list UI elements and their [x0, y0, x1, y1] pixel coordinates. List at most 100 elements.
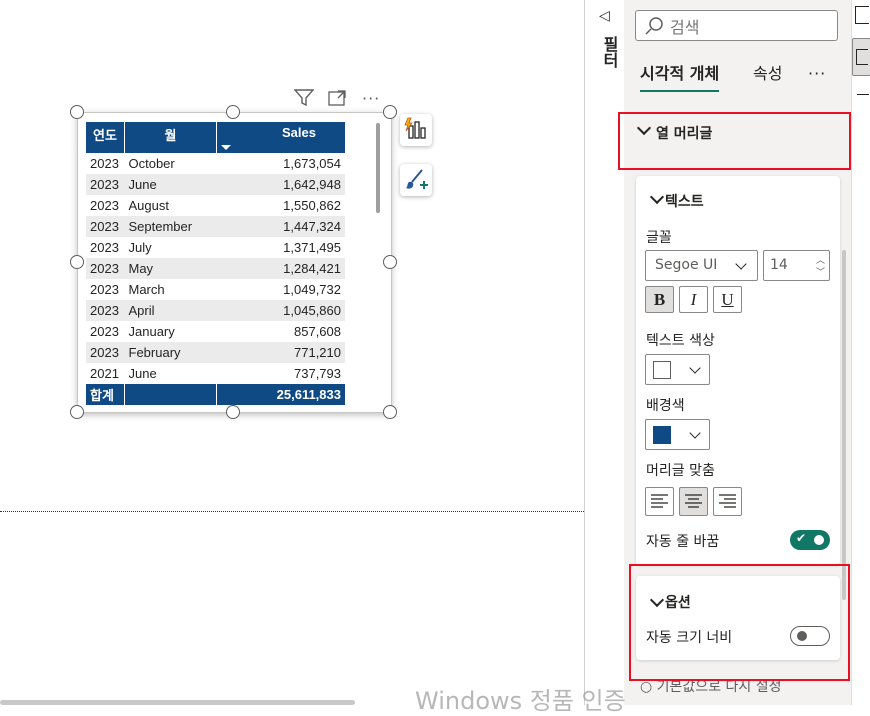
table-scrollbar[interactable] [376, 123, 380, 213]
text-color-swatch [653, 361, 671, 379]
column-header-sales[interactable]: Sales [216, 122, 345, 153]
table-row[interactable]: 2023 July 1,371,495 [86, 237, 345, 258]
visualizations-rail [851, 0, 870, 705]
align-right-button[interactable] [713, 487, 742, 516]
filter-icon[interactable] [293, 89, 315, 112]
cell-sales: 1,284,421 [216, 258, 345, 279]
pane-scrollbar[interactable] [842, 250, 846, 600]
table-row[interactable]: 2023 January 857,608 [86, 321, 345, 342]
total-spacer [124, 384, 217, 405]
font-size-stepper[interactable]: 14 ︿ ﹀ [763, 250, 830, 281]
table-row[interactable]: 2023 February 771,210 [86, 342, 345, 363]
font-family-value: Segoe UI [655, 257, 718, 273]
search-icon [644, 16, 664, 40]
tab-visual[interactable]: 시각적 개체 [640, 62, 720, 92]
chevron-down-icon [735, 258, 747, 270]
cell-sales: 857,608 [294, 324, 341, 339]
italic-button[interactable]: I [679, 286, 708, 313]
align-right-icon [719, 494, 736, 508]
expand-filters-icon[interactable]: ◁ [599, 8, 610, 24]
font-style-buttons: B I U [645, 286, 755, 314]
highlight-section-header [618, 112, 851, 170]
column-header-month[interactable]: 월 [124, 122, 217, 153]
resize-handle-n[interactable] [226, 105, 240, 119]
table-row[interactable]: 2023 March 1,049,732 [86, 279, 345, 300]
background-color-picker[interactable] [645, 419, 710, 450]
cell-sales: 1,642,948 [216, 174, 345, 195]
cell-year: 2023 [86, 216, 125, 237]
cell-month: September [124, 216, 217, 237]
resize-handle-se[interactable] [383, 405, 397, 419]
column-header-sales-label: Sales [282, 125, 316, 140]
resize-handle-sw[interactable] [70, 405, 84, 419]
alignment-buttons [645, 487, 745, 517]
table-row[interactable]: 2023 June 1,642,948 [86, 174, 345, 195]
total-label: 합계 [86, 384, 125, 405]
word-wrap-toggle[interactable]: ✔ [790, 530, 830, 550]
table-row[interactable]: 2023 October 1,673,054 [86, 153, 345, 174]
font-family-dropdown[interactable]: Segoe UI [645, 250, 758, 281]
text-group-title: 텍스트 [665, 194, 704, 210]
text-group-header[interactable]: 텍스트 [636, 176, 840, 216]
cell-sales: 1,049,732 [283, 282, 341, 297]
cell-sales: 737,793 [294, 366, 341, 381]
search-input[interactable] [668, 15, 832, 39]
cell-year: 2023 [86, 258, 125, 279]
more-options-button[interactable]: ··· [362, 89, 380, 109]
column-header-year[interactable]: 연도 [86, 122, 125, 153]
more-tabs-button[interactable]: ··· [808, 62, 826, 86]
cell-month: March [128, 282, 165, 297]
format-pane: 시각적 개체 속성 ··· 열 머리글 텍스트 글꼴 Segoe UI 14 ︿… [618, 0, 851, 705]
table-row[interactable]: 2023 September 1,447,324 [86, 216, 345, 237]
underline-button[interactable]: U [713, 286, 742, 313]
report-canvas[interactable]: ··· 연도 월 Sales 2023 October 1,673,054 2023 J… [0, 0, 584, 705]
build-visual-icon[interactable] [855, 6, 869, 24]
cell-year: 2023 [86, 300, 125, 321]
sort-descending-icon [221, 145, 231, 150]
cell-year: 2023 [86, 342, 125, 363]
divider [857, 94, 869, 95]
tab-general[interactable]: 속성 [753, 62, 782, 86]
cell-sales: 771,210 [216, 342, 345, 363]
cell-sales: 1,447,324 [216, 216, 345, 237]
build-visual-button[interactable] [400, 114, 432, 146]
visual-header: ··· [292, 89, 392, 109]
font-label: 글꼴 [646, 230, 672, 246]
resize-handle-w[interactable] [70, 255, 84, 269]
format-visual-icon[interactable] [852, 38, 870, 76]
bold-button[interactable]: B [645, 286, 674, 313]
align-left-button[interactable] [645, 487, 674, 516]
resize-handle-nw[interactable] [70, 105, 84, 119]
cell-sales: 1,371,495 [283, 240, 341, 255]
resize-handle-ne[interactable] [383, 105, 397, 119]
text-color-label: 텍스트 색상 [646, 333, 715, 349]
align-center-button[interactable] [679, 487, 708, 516]
page-boundary [0, 511, 584, 512]
format-visual-button[interactable] [400, 164, 432, 196]
table-visual[interactable]: 연도 월 Sales 2023 October 1,673,054 2023 June 1… [77, 112, 392, 413]
filter-pane-collapsed[interactable]: ◁ 필터 [584, 0, 625, 705]
cell-month: January [128, 324, 175, 339]
table-row[interactable]: 2023 August 1,550,862 [86, 195, 345, 216]
chevron-down-icon [689, 427, 701, 439]
background-color-label: 배경색 [646, 398, 685, 414]
font-size-value: 14 [770, 257, 788, 273]
table-row[interactable]: 2023 April 1,045,860 [86, 300, 345, 321]
focus-mode-icon[interactable] [328, 89, 348, 112]
spin-down-icon[interactable]: ﹀ [816, 265, 825, 278]
background-color-swatch [653, 426, 671, 444]
header-alignment-label: 머리글 맞춤 [646, 463, 715, 479]
cell-year: 2023 [90, 324, 119, 339]
resize-handle-e[interactable] [383, 255, 397, 269]
text-color-picker[interactable] [645, 354, 710, 385]
chevron-down-icon [689, 362, 701, 374]
chevron-down-icon [649, 189, 665, 205]
total-value: 25,611,833 [216, 384, 345, 405]
search-box[interactable] [635, 10, 838, 41]
canvas-scrollbar[interactable] [0, 700, 355, 705]
table-row[interactable]: 2023 May 1,284,421 [86, 258, 345, 279]
table-row[interactable]: 2021 June 737,793 [86, 363, 345, 384]
cell-month: June [128, 366, 157, 381]
resize-handle-s[interactable] [226, 405, 240, 419]
cell-month: February [124, 342, 217, 363]
